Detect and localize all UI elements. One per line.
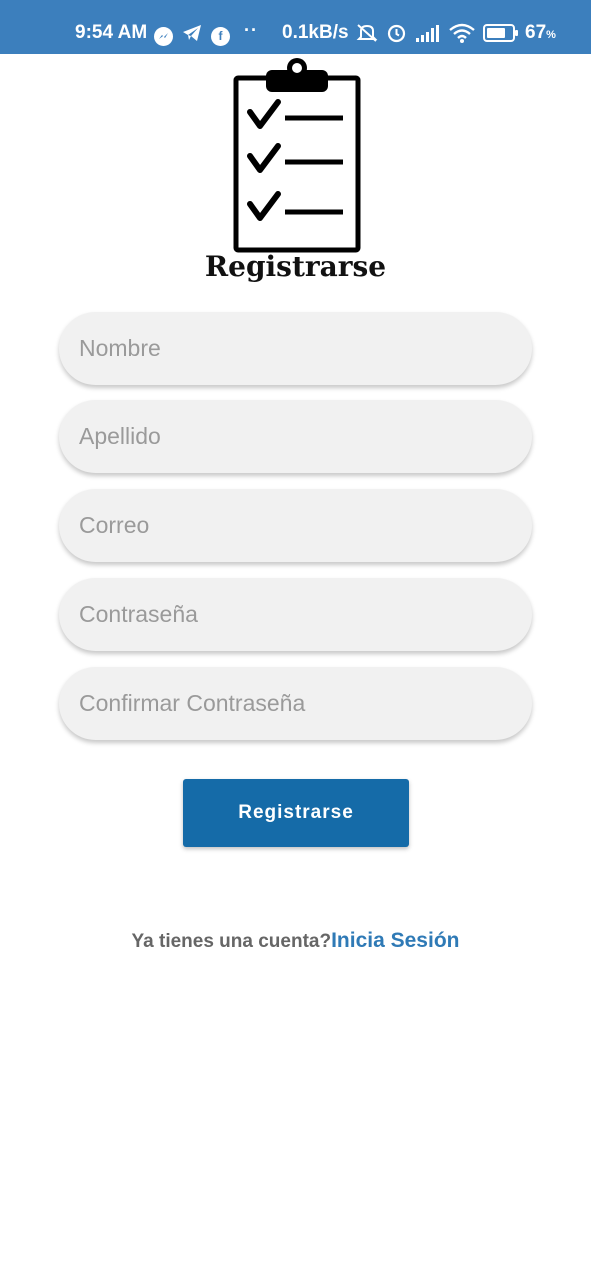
- mute-icon: [356, 23, 378, 49]
- login-question: Ya tienes una cuenta?: [131, 931, 332, 952]
- email-field[interactable]: [59, 489, 532, 562]
- network-speed: 0.1kB/s: [282, 22, 349, 43]
- password-field[interactable]: [59, 578, 532, 651]
- last-name-field[interactable]: [59, 400, 532, 473]
- more-notifications-icon: ··: [244, 20, 258, 40]
- battery-icon: [483, 23, 519, 48]
- signal-icon: [415, 24, 441, 48]
- notification-icons: f: [154, 24, 230, 48]
- alarm-icon: [386, 22, 407, 49]
- register-screen: 9:54 AM f ·· 0.1kB/s 67% Registrarse Nom…: [0, 0, 591, 1280]
- login-prompt: Ya tienes una cuenta?Inicia Sesión: [0, 929, 591, 953]
- login-link[interactable]: Inicia Sesión: [331, 929, 459, 952]
- status-bar: 9:54 AM f ·· 0.1kB/s 67%: [0, 0, 591, 54]
- facebook-icon: f: [211, 26, 230, 46]
- wifi-icon: [449, 23, 475, 49]
- confirm-password-field[interactable]: [59, 667, 532, 740]
- first-name-field[interactable]: [59, 312, 532, 385]
- system-icons: [356, 22, 519, 49]
- clipboard-checklist-icon: [232, 56, 362, 256]
- telegram-icon: [182, 24, 202, 48]
- battery-percent: 67%: [525, 22, 556, 43]
- messenger-icon: [154, 26, 173, 46]
- status-time: 9:54 AM: [75, 22, 148, 43]
- register-button[interactable]: Registrarse: [183, 779, 409, 847]
- page-title: Registrarse: [204, 250, 387, 283]
